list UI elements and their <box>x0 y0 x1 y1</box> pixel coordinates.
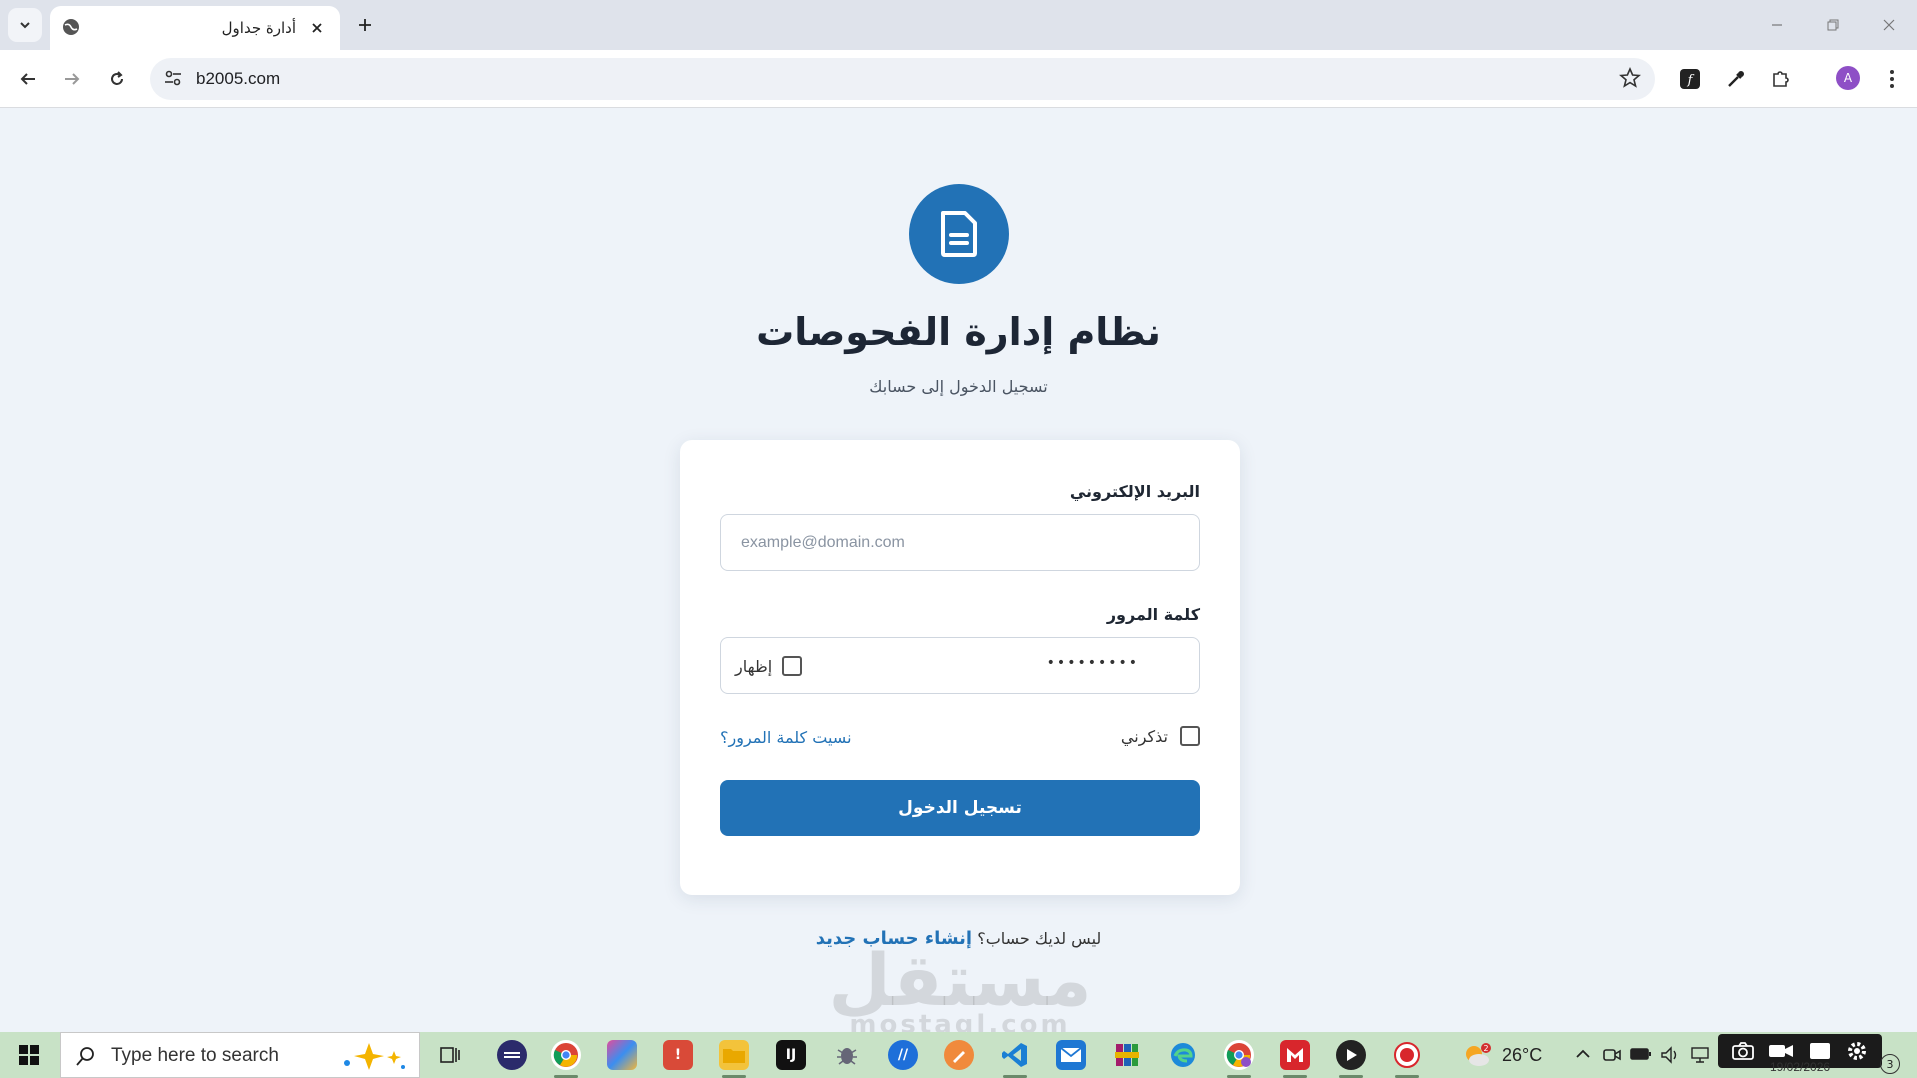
extensions-puzzle-icon[interactable] <box>1767 65 1795 93</box>
windows-start-button[interactable] <box>18 1044 40 1070</box>
vscode-icon[interactable] <box>1000 1040 1030 1070</box>
browser-tabstrip: أدارة جداول <box>0 0 1917 50</box>
sparkle-icon[interactable] <box>339 1041 409 1075</box>
minimize-button[interactable] <box>1764 12 1790 38</box>
weather-sun-cloud-icon: 2 <box>1466 1043 1491 1066</box>
watermark: مستقل mostaql.com <box>820 940 1100 1040</box>
slash-app-icon[interactable]: // <box>888 1040 918 1070</box>
restore-icon <box>1827 19 1839 31</box>
show-password-toggle[interactable]: إظهار <box>735 656 803 676</box>
remember-me-label: تذكرني <box>1120 726 1168 746</box>
password-masked-value: ••••••••• <box>1046 655 1139 671</box>
minimize-icon <box>1772 24 1782 26</box>
taskbar-search-box[interactable]: Type here to search <box>60 1032 420 1078</box>
meet-now-icon[interactable] <box>1602 1046 1622 1068</box>
taskbar: Type here to search ! IJ // 2 26°C <box>0 1032 1917 1078</box>
window-icon[interactable] <box>1808 1041 1832 1061</box>
new-tab-button[interactable] <box>352 12 378 38</box>
chevron-down-icon <box>20 22 30 29</box>
email-field-wrapper <box>720 514 1200 571</box>
copilot-icon[interactable] <box>607 1040 637 1070</box>
windows-logo-icon <box>19 1045 39 1065</box>
arrow-left-icon <box>20 73 35 85</box>
plus-icon <box>359 19 371 31</box>
svg-text:2: 2 <box>1483 1044 1488 1053</box>
outlook-icon[interactable] <box>1056 1040 1086 1070</box>
show-password-checkbox[interactable] <box>782 656 803 676</box>
remember-me[interactable]: تذكرني <box>1121 726 1200 746</box>
screen-recorder-icon[interactable] <box>1392 1040 1422 1070</box>
battery-icon[interactable] <box>1630 1046 1652 1065</box>
show-password-label: إظهار <box>735 656 773 676</box>
winrar-icon[interactable] <box>1112 1040 1142 1070</box>
weather-widget[interactable]: 2 26°C <box>1462 1042 1542 1068</box>
login-button[interactable]: تسجيل الدخول <box>720 780 1200 836</box>
gear-icon[interactable] <box>1845 1039 1869 1063</box>
media-player-icon[interactable] <box>1336 1040 1366 1070</box>
bug-icon[interactable] <box>832 1040 862 1070</box>
browser-menu-button[interactable] <box>1878 65 1906 93</box>
kebab-menu-icon <box>1890 70 1894 88</box>
arrow-right-icon <box>65 73 80 85</box>
camera-icon[interactable] <box>1731 1041 1755 1061</box>
login-card: البريد الإلكتروني كلمة المرور ••••••••• … <box>680 440 1240 895</box>
app-red-icon[interactable]: ! <box>663 1040 693 1070</box>
close-icon <box>1883 19 1895 31</box>
extension-f-icon[interactable]: f <box>1676 65 1704 93</box>
reload-button[interactable] <box>103 65 131 93</box>
task-view-icon[interactable] <box>435 1040 465 1070</box>
chevron-up-icon[interactable] <box>1574 1046 1592 1066</box>
password-field[interactable]: ••••••••• إظهار <box>720 637 1200 694</box>
url-text[interactable]: b2005.com <box>196 69 280 89</box>
password-label: كلمة المرور <box>1106 605 1200 624</box>
address-bar[interactable]: b2005.com <box>150 58 1655 100</box>
back-button[interactable] <box>14 65 42 93</box>
app-logo <box>909 184 1009 284</box>
page-title: نظام إدارة الفحوصات <box>756 310 1161 354</box>
remember-me-checkbox[interactable] <box>1180 726 1200 746</box>
weather-temperature: 26°C <box>1502 1044 1543 1065</box>
reload-icon <box>111 71 123 85</box>
eclipse-icon[interactable] <box>497 1040 527 1070</box>
eyedropper-icon[interactable] <box>1722 65 1750 93</box>
document-icon <box>941 211 977 257</box>
search-icon <box>75 1045 97 1071</box>
site-settings-icon[interactable] <box>162 67 184 93</box>
taskbar-date: 19/02/2026 <box>1770 1060 1831 1074</box>
forward-button[interactable] <box>58 65 86 93</box>
forgot-password-link[interactable]: نسيت كلمة المرور؟ <box>720 728 852 747</box>
file-explorer-icon[interactable] <box>719 1040 749 1070</box>
video-camera-icon[interactable] <box>1768 1042 1794 1060</box>
email-field[interactable] <box>721 515 1199 570</box>
edge-icon[interactable] <box>1168 1040 1198 1070</box>
globe-icon <box>62 18 80 40</box>
browser-toolbar: b2005.com f A <box>0 50 1917 108</box>
restore-button[interactable] <box>1820 12 1846 38</box>
page-subtitle: تسجيل الدخول إلى حسابك <box>869 377 1048 396</box>
browser-tab[interactable]: أدارة جداول <box>50 6 340 50</box>
network-icon[interactable] <box>1690 1046 1710 1068</box>
intellij-icon[interactable]: IJ <box>776 1040 806 1070</box>
chrome-profile-icon[interactable] <box>1224 1040 1254 1070</box>
tab-close-button[interactable] <box>306 17 328 39</box>
watermark-arabic: مستقل <box>828 938 1092 1022</box>
close-window-button[interactable] <box>1876 12 1902 38</box>
email-label: البريد الإلكتروني <box>1069 482 1200 501</box>
mcafee-icon[interactable] <box>1280 1040 1310 1070</box>
bookmark-star-icon[interactable] <box>1619 66 1641 93</box>
close-icon <box>312 23 322 33</box>
volume-icon[interactable] <box>1660 1046 1680 1068</box>
taskbar-search-placeholder: Type here to search <box>111 1045 279 1066</box>
tab-search-button[interactable] <box>8 8 42 42</box>
tab-title: أدارة جداول <box>221 19 296 37</box>
chrome-icon[interactable] <box>551 1040 581 1070</box>
pencil-app-icon[interactable] <box>944 1040 974 1070</box>
profile-avatar[interactable]: A <box>1836 66 1860 90</box>
notification-count-badge[interactable]: 3 <box>1880 1054 1900 1074</box>
